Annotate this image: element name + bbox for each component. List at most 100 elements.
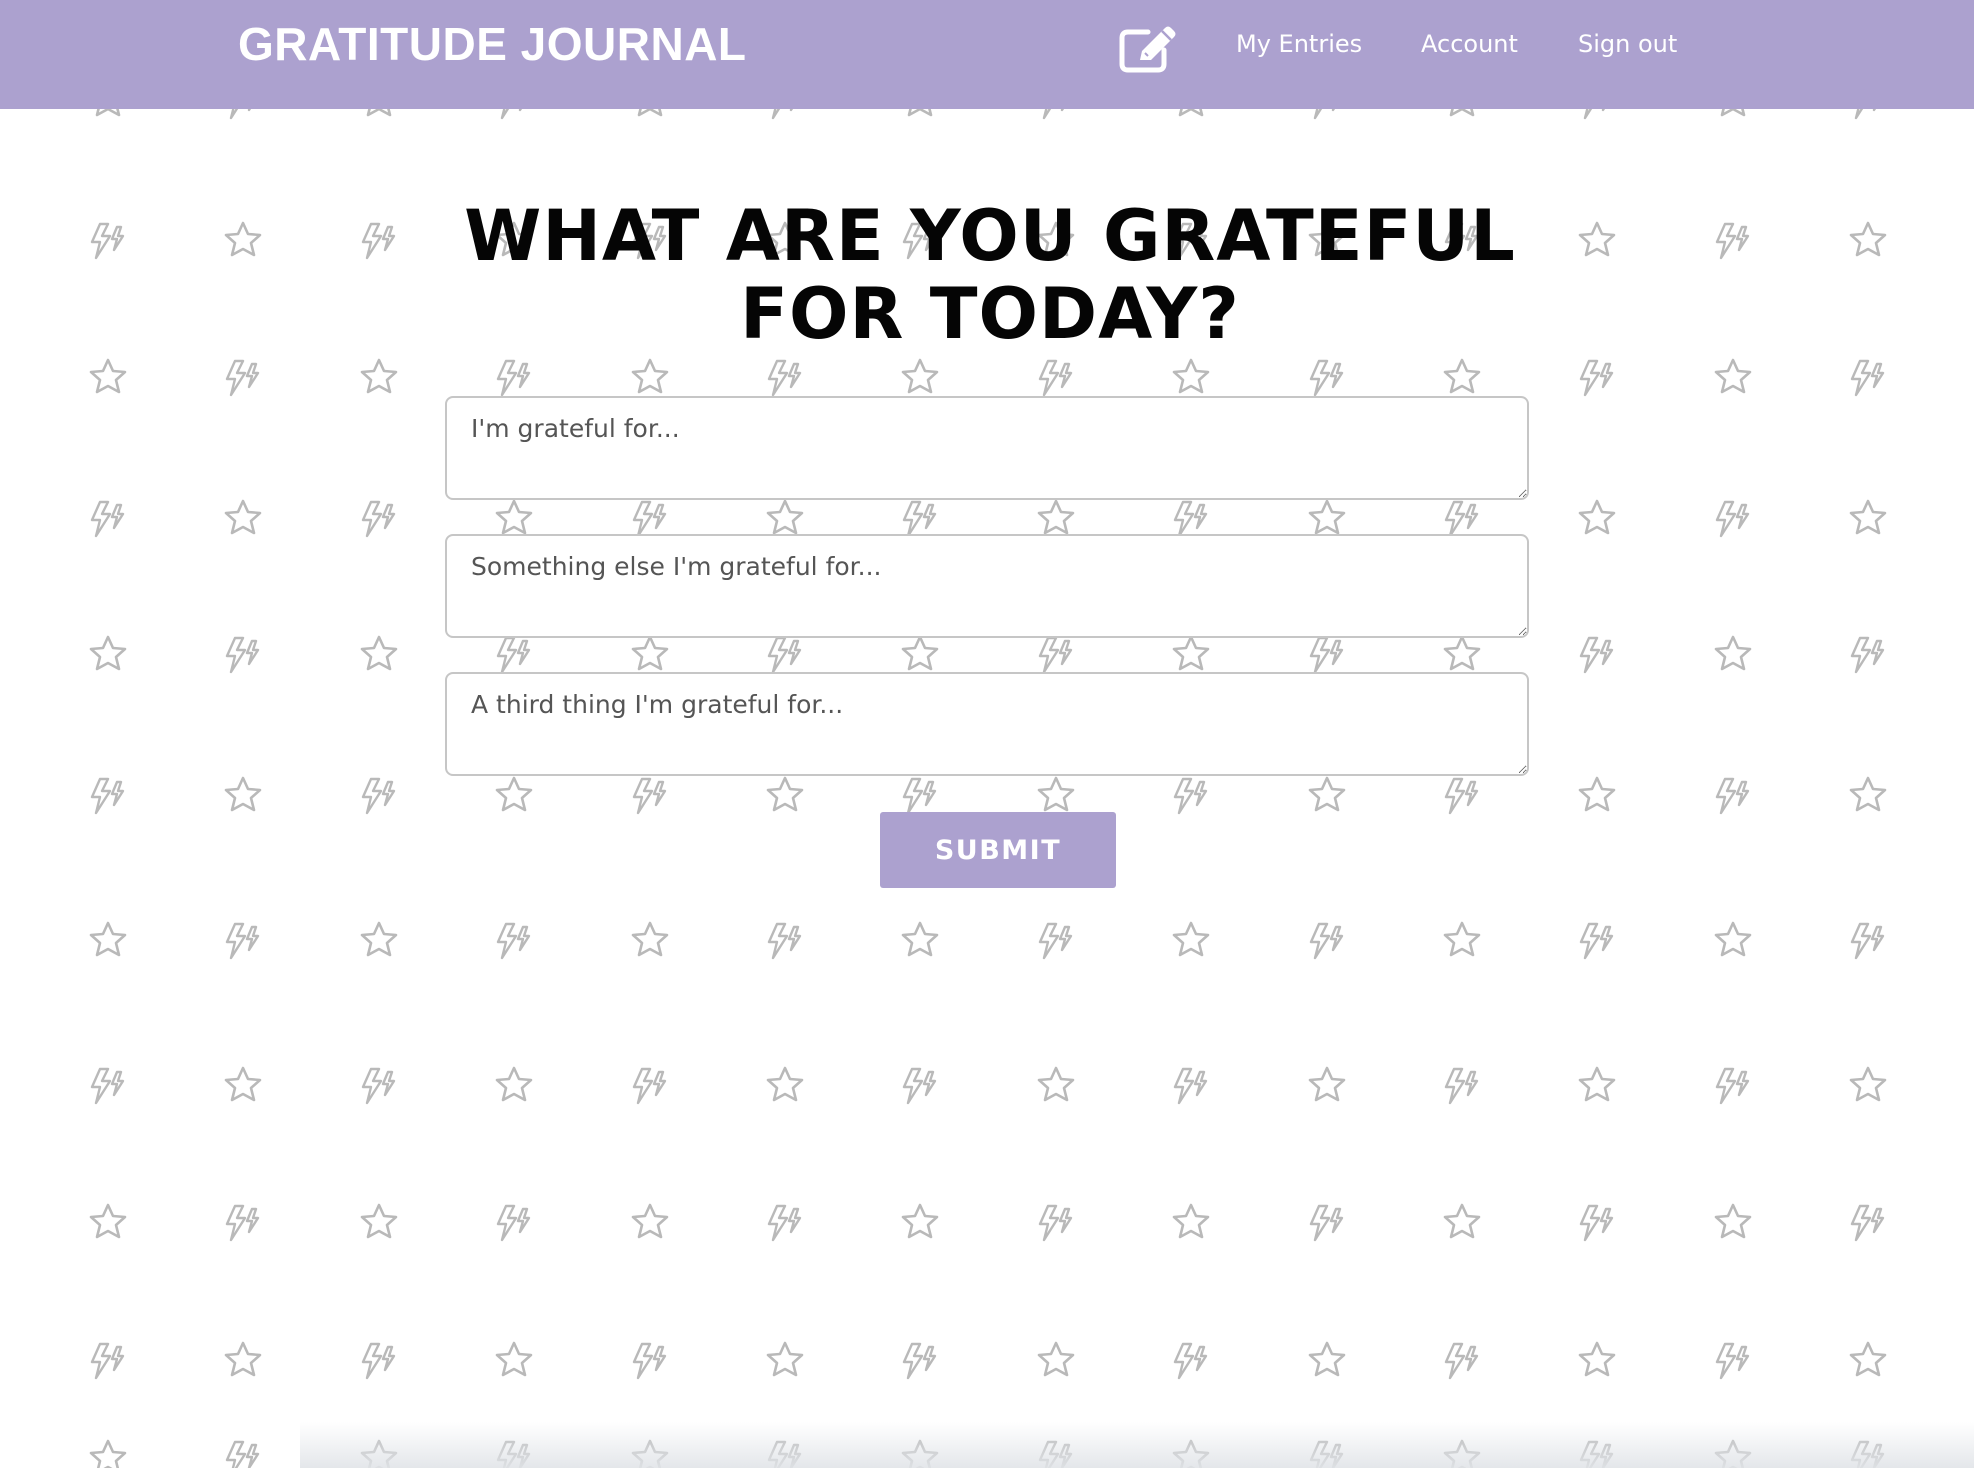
star-icon xyxy=(901,358,939,394)
lightning-icon xyxy=(1309,636,1344,674)
lightning-icon xyxy=(767,922,802,960)
lightning-icon xyxy=(1715,1067,1750,1105)
star-icon xyxy=(1849,499,1887,535)
star-icon xyxy=(1172,635,1210,671)
lightning-icon xyxy=(361,1342,396,1380)
page-heading: WHAT ARE YOU GRATEFUL FOR TODAY? xyxy=(464,195,1516,355)
star-icon xyxy=(224,776,262,812)
star-icon xyxy=(1037,1066,1075,1102)
star-icon xyxy=(89,921,127,957)
lightning-icon xyxy=(1850,1204,1885,1242)
star-icon xyxy=(89,358,127,394)
lightning-icon xyxy=(1715,500,1750,538)
star-icon xyxy=(1849,1341,1887,1377)
pencil-square-icon[interactable] xyxy=(1118,22,1180,74)
star-icon xyxy=(495,1066,533,1102)
star-icon xyxy=(631,921,669,957)
star-icon xyxy=(495,776,533,812)
gratitude-entry-1[interactable] xyxy=(445,396,1529,500)
lightning-icon xyxy=(1579,359,1614,397)
lightning-icon xyxy=(361,1067,396,1105)
star-icon xyxy=(224,499,262,535)
lightning-icon xyxy=(1173,1067,1208,1105)
submit-button[interactable]: SUBMIT xyxy=(880,812,1116,888)
lightning-icon xyxy=(225,359,260,397)
lightning-icon xyxy=(1444,1342,1479,1380)
lightning-icon xyxy=(90,500,125,538)
lightning-icon xyxy=(767,1204,802,1242)
lightning-icon xyxy=(90,777,125,815)
star-icon xyxy=(1849,221,1887,257)
star-icon xyxy=(360,635,398,671)
nav-my-entries[interactable]: My Entries xyxy=(1236,27,1362,61)
nav-account[interactable]: Account xyxy=(1421,27,1518,61)
star-icon xyxy=(1308,776,1346,812)
star-icon xyxy=(224,1341,262,1377)
star-icon xyxy=(495,499,533,535)
lightning-icon xyxy=(1715,777,1750,815)
lightning-icon xyxy=(632,777,667,815)
lightning-icon xyxy=(361,500,396,538)
lightning-icon xyxy=(1579,636,1614,674)
lightning-icon xyxy=(225,922,260,960)
bottom-shadow xyxy=(300,1422,1974,1468)
star-icon xyxy=(360,1203,398,1239)
star-icon xyxy=(89,1203,127,1239)
lightning-icon xyxy=(1715,1342,1750,1380)
gratitude-entry-2[interactable] xyxy=(445,534,1529,638)
star-icon xyxy=(1714,921,1752,957)
star-icon xyxy=(766,1066,804,1102)
lightning-icon xyxy=(1038,1204,1073,1242)
lightning-icon xyxy=(1038,359,1073,397)
lightning-icon xyxy=(1173,500,1208,538)
brand-title[interactable]: GRATITUDE JOURNAL xyxy=(238,17,747,71)
gratitude-entry-3[interactable] xyxy=(445,672,1529,776)
lightning-icon xyxy=(225,1204,260,1242)
lightning-icon xyxy=(902,1342,937,1380)
star-icon xyxy=(1714,635,1752,671)
lightning-icon xyxy=(767,636,802,674)
lightning-icon xyxy=(1850,636,1885,674)
star-icon xyxy=(901,635,939,671)
star-icon xyxy=(631,1203,669,1239)
lightning-icon xyxy=(1579,1204,1614,1242)
star-icon xyxy=(1849,1066,1887,1102)
star-icon xyxy=(1443,635,1481,671)
lightning-icon xyxy=(1850,359,1885,397)
star-icon xyxy=(1714,358,1752,394)
lightning-icon xyxy=(1309,1204,1344,1242)
lightning-icon xyxy=(767,359,802,397)
nav-sign-out[interactable]: Sign out xyxy=(1578,27,1677,61)
star-icon xyxy=(631,635,669,671)
star-icon xyxy=(89,1439,127,1468)
lightning-icon xyxy=(1309,359,1344,397)
lightning-icon xyxy=(632,1342,667,1380)
lightning-icon xyxy=(1173,777,1208,815)
star-icon xyxy=(1037,776,1075,812)
star-icon xyxy=(1443,921,1481,957)
star-icon xyxy=(360,921,398,957)
lightning-icon xyxy=(225,636,260,674)
lightning-icon xyxy=(90,1342,125,1380)
star-icon xyxy=(766,499,804,535)
star-icon xyxy=(1578,1066,1616,1102)
star-icon xyxy=(1037,1341,1075,1377)
star-icon xyxy=(1172,921,1210,957)
star-icon xyxy=(1443,1203,1481,1239)
star-icon xyxy=(901,1203,939,1239)
lightning-icon xyxy=(1038,636,1073,674)
star-icon xyxy=(1308,1341,1346,1377)
lightning-icon xyxy=(902,777,937,815)
star-icon xyxy=(1578,499,1616,535)
lightning-icon xyxy=(90,1067,125,1105)
star-icon xyxy=(1308,499,1346,535)
star-icon xyxy=(1578,776,1616,812)
lightning-icon xyxy=(1850,922,1885,960)
lightning-icon xyxy=(632,1067,667,1105)
lightning-icon xyxy=(1444,1067,1479,1105)
lightning-icon xyxy=(361,777,396,815)
star-icon xyxy=(1308,1066,1346,1102)
lightning-icon xyxy=(632,500,667,538)
star-icon xyxy=(901,921,939,957)
star-icon xyxy=(360,358,398,394)
